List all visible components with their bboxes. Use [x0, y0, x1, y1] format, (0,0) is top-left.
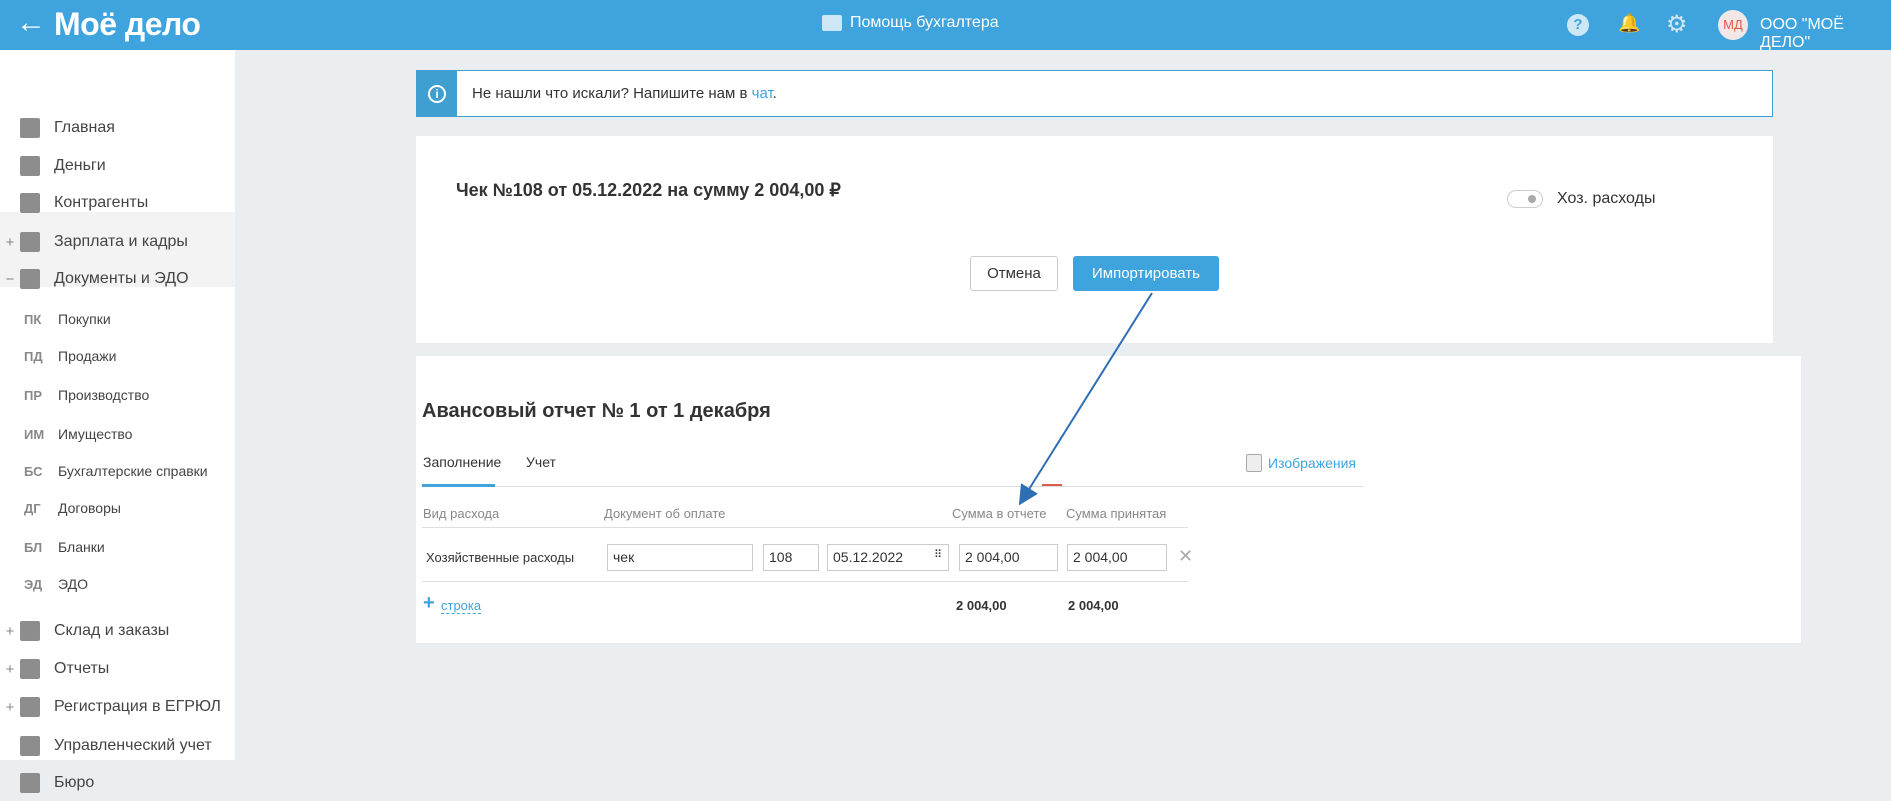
sidebar-item-label: Бюро	[54, 774, 95, 791]
section-icon	[20, 773, 40, 793]
sidebar-item[interactable]: Бюро	[0, 765, 235, 801]
annotation-arrow	[1018, 292, 1153, 506]
